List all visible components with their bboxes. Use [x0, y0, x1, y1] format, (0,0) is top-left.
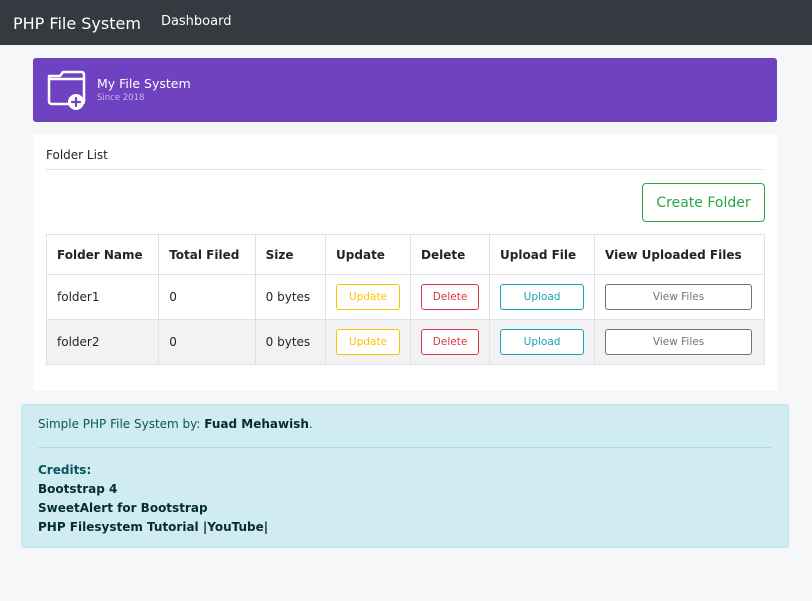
total-filed-cell: 0: [158, 319, 256, 365]
folder-plus-icon: [47, 70, 86, 110]
view-cell: View Files: [594, 319, 765, 365]
delete-cell: Delete: [410, 274, 491, 320]
column-header-size: Size: [254, 234, 327, 275]
nav-link-dashboard[interactable]: Dashboard: [161, 14, 232, 29]
author-name: Fuad Mehawish: [204, 417, 309, 431]
table-row: folder2 0 0 bytes Update Delete Upload V…: [45, 319, 765, 365]
folder-table: Folder Name Total Filed Size Update Dele…: [45, 234, 765, 365]
column-header-update: Update: [325, 234, 412, 275]
upload-button[interactable]: Upload: [500, 284, 585, 310]
card-divider: [46, 169, 764, 170]
view-files-button[interactable]: View Files: [605, 329, 753, 355]
view-files-button[interactable]: View Files: [605, 284, 753, 310]
alert-divider: [38, 447, 772, 448]
column-header-upload-file: Upload File: [489, 234, 596, 275]
credit-item: PHP Filesystem Tutorial |YouTube|: [38, 520, 269, 534]
create-folder-button[interactable]: Create Folder: [642, 183, 765, 222]
author-intro: Simple PHP File System by:: [38, 417, 205, 431]
upload-cell: Upload: [489, 274, 596, 320]
header-banner: My File System Since 2018: [33, 58, 777, 122]
size-cell: 0 bytes: [254, 319, 327, 365]
author-period: .: [308, 417, 313, 431]
card-title: Folder List: [46, 148, 108, 162]
folder-list-card: Folder List Create Folder Folder Name To…: [33, 134, 777, 391]
column-header-delete: Delete: [410, 234, 491, 275]
update-button[interactable]: Update: [336, 329, 401, 355]
column-header-view-uploaded-files: View Uploaded Files: [594, 234, 765, 275]
credit-item: SweetAlert for Bootstrap: [38, 501, 208, 515]
navbar: PHP File System Dashboard: [0, 0, 812, 45]
banner-title: My File System: [97, 76, 191, 91]
update-cell: Update: [325, 274, 412, 320]
update-cell: Update: [325, 319, 412, 365]
size-cell: 0 bytes: [254, 274, 327, 320]
delete-button[interactable]: Delete: [421, 329, 480, 355]
total-filed-cell: 0: [158, 274, 256, 320]
view-cell: View Files: [594, 274, 765, 320]
upload-button[interactable]: Upload: [500, 329, 585, 355]
credit-item: Bootstrap 4: [38, 482, 118, 496]
delete-cell: Delete: [410, 319, 491, 365]
upload-cell: Upload: [489, 319, 596, 365]
credits-heading: Credits:: [38, 463, 92, 477]
author-line: Simple PHP File System by: Fuad Mehawish…: [38, 417, 313, 431]
folder-name-cell: folder2: [45, 319, 160, 365]
banner-subtitle: Since 2018: [97, 93, 145, 103]
folder-name-cell: folder1: [45, 274, 160, 320]
table-header-row: Folder Name Total Filed Size Update Dele…: [45, 234, 765, 275]
table-row: folder1 0 0 bytes Update Delete Upload V…: [45, 274, 765, 320]
column-header-total-filed: Total Filed: [158, 234, 256, 275]
update-button[interactable]: Update: [336, 284, 401, 310]
column-header-folder-name: Folder Name: [45, 234, 160, 275]
navbar-brand[interactable]: PHP File System: [13, 14, 141, 33]
delete-button[interactable]: Delete: [421, 284, 480, 310]
footer-alert: Simple PHP File System by: Fuad Mehawish…: [21, 404, 789, 548]
